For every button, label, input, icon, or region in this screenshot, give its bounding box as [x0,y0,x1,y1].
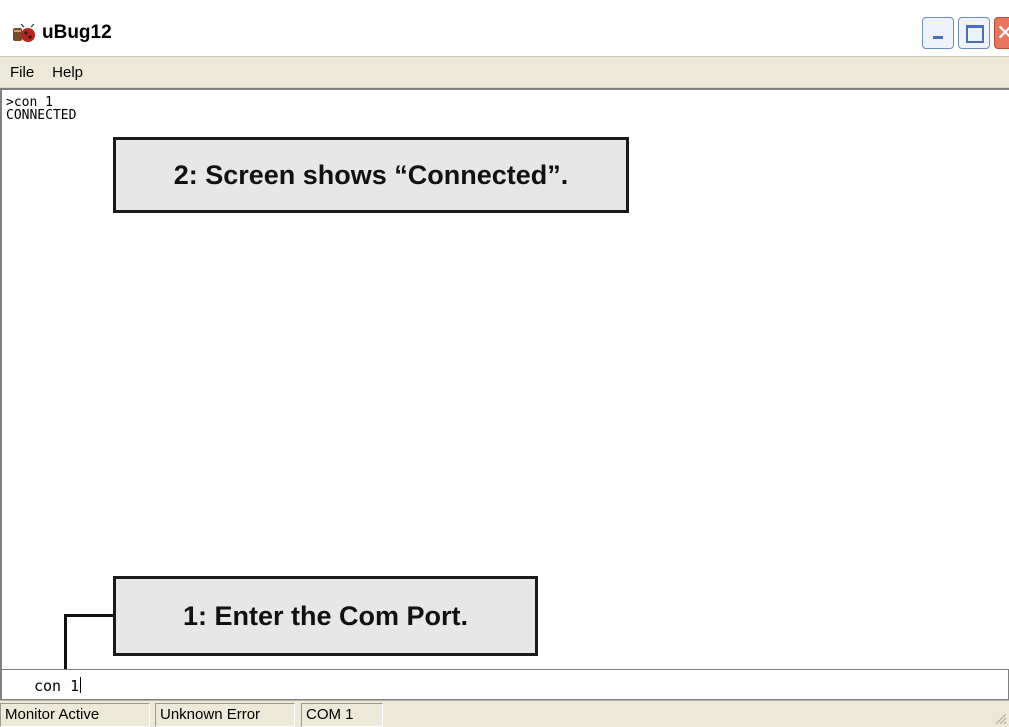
status-monitor: Monitor Active [0,703,150,727]
output-line: CONNECTED [6,108,77,123]
status-port: COM 1 [301,703,383,727]
window-controls [922,17,1009,51]
text-caret [80,677,82,693]
command-input[interactable]: con 1 [0,669,1009,700]
maximize-button[interactable] [958,17,990,49]
callout-connector [64,614,67,670]
status-bar: Monitor Active Unknown Error COM 1 [0,700,1009,727]
title-bar[interactable]: uBug12 [0,0,1009,56]
resize-grip-icon[interactable] [993,711,1007,725]
menu-bar: File Help [0,56,1009,88]
callout-step-2: 2: Screen shows “Connected”. [113,137,629,213]
window-title: uBug12 [42,22,112,43]
status-error: Unknown Error [155,703,295,727]
command-text: con 1 [34,677,82,695]
menu-file[interactable]: File [6,62,38,83]
minimize-button[interactable] [922,17,954,49]
close-button[interactable] [994,17,1009,49]
menu-help[interactable]: Help [48,62,87,83]
callout-connector [64,614,116,617]
ubug12-window: uBug12 File Help >con 1 CONNECTED 2: Scr… [0,0,1009,727]
command-value: con 1 [34,677,80,695]
bug-app-icon [13,24,35,42]
callout-step-1: 1: Enter the Com Port. [113,576,538,656]
